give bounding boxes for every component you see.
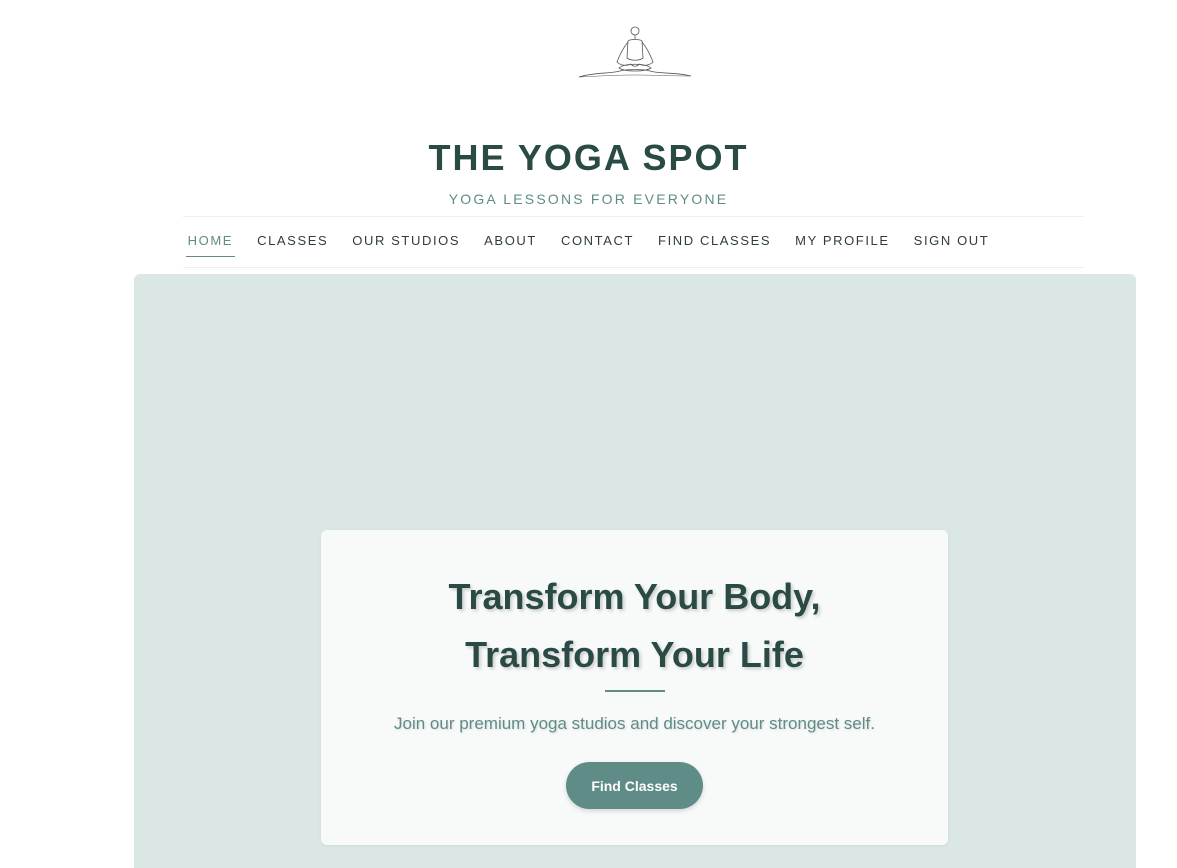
site-tagline: YOGA LESSONS FOR EVERYONE xyxy=(448,191,729,207)
site-title: THE YOGA SPOT xyxy=(428,137,749,178)
hero-heading: Transform Your Body, Transform Your Life xyxy=(321,568,948,684)
hero-heading-line1: Transform Your Body, xyxy=(448,576,821,617)
hero-subtitle: Join our premium yoga studios and discov… xyxy=(394,714,875,733)
meditation-figure-icon xyxy=(578,26,692,78)
nav-divider-top xyxy=(183,216,1083,217)
nav-item-find-classes[interactable]: FIND CLASSES xyxy=(646,232,783,250)
hero-divider xyxy=(605,690,665,692)
hero-card: Transform Your Body, Transform Your Life… xyxy=(321,530,948,845)
nav-item-my-profile[interactable]: MY PROFILE xyxy=(783,232,902,250)
nav-item-contact[interactable]: CONTACT xyxy=(549,232,646,250)
find-classes-button[interactable]: Find Classes xyxy=(566,762,703,809)
nav-item-sign-out[interactable]: SIGN OUT xyxy=(902,232,1002,250)
main-nav: HOME CLASSES OUR STUDIOS ABOUT CONTACT F… xyxy=(0,232,1177,257)
page: THE YOGA SPOT YOGA LESSONS FOR EVERYONE … xyxy=(0,0,1177,868)
nav-item-home[interactable]: HOME xyxy=(176,232,245,257)
nav-item-classes[interactable]: CLASSES xyxy=(245,232,340,250)
nav-item-our-studios[interactable]: OUR STUDIOS xyxy=(340,232,472,250)
nav-item-about[interactable]: ABOUT xyxy=(472,232,549,250)
hero-heading-line2: Transform Your Life xyxy=(465,634,804,675)
nav-divider-bottom xyxy=(183,267,1083,268)
